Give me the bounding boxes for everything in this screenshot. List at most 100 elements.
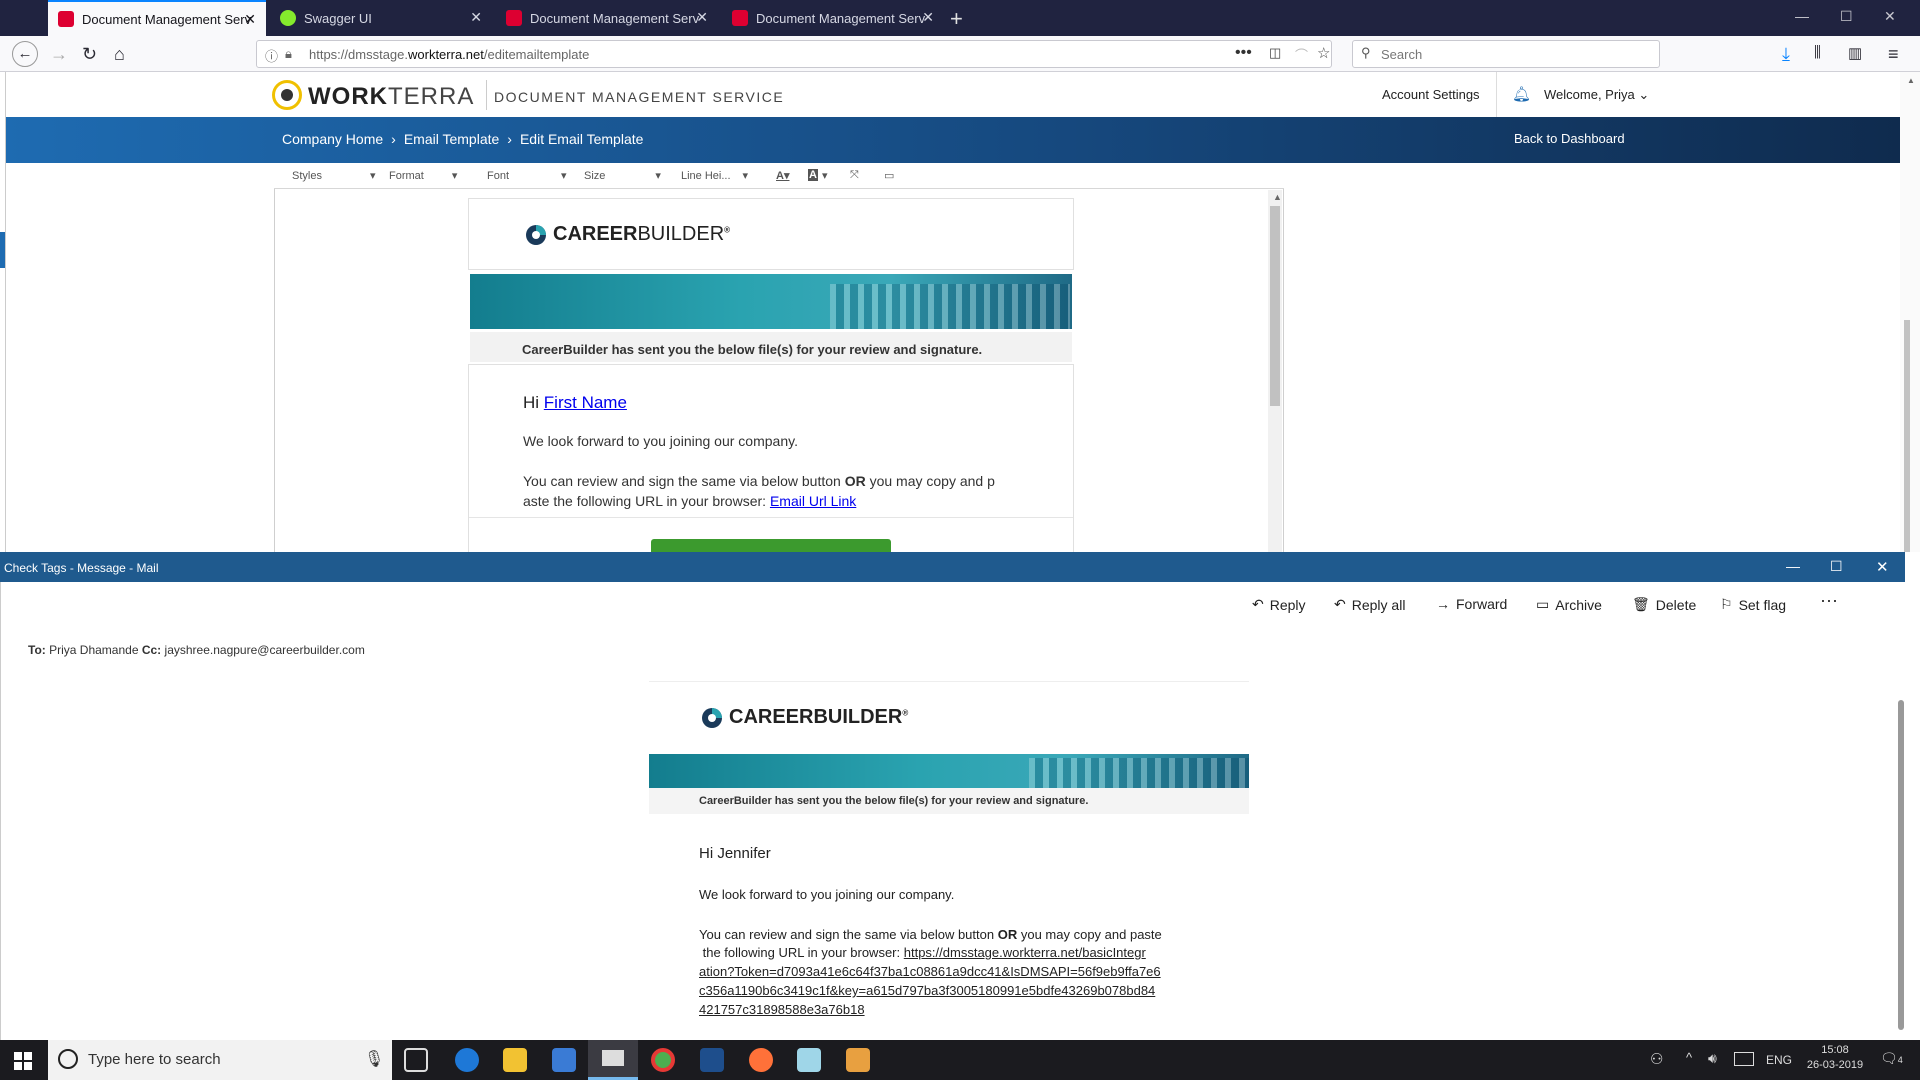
library-icon[interactable]: ⫼	[1814, 44, 1821, 61]
forward-button[interactable]: → Forward	[1436, 596, 1507, 612]
sidebar-icon[interactable]: ▥	[1848, 44, 1862, 62]
browser-search-box[interactable]: ⚲ Search	[1352, 40, 1660, 68]
browser-tab-4[interactable]: Document Management Servic ✕	[722, 0, 944, 36]
delete-button[interactable]: 🗑︎ Delete	[1632, 596, 1696, 613]
back-icon[interactable]: ←	[12, 41, 38, 67]
cc-recipient[interactable]: jayshree.nagpure@careerbuilder.com	[165, 643, 365, 657]
page-scrollbar[interactable]: ▲	[1900, 72, 1920, 552]
taskbar-search-box[interactable]: Type here to search 🎙︎	[48, 1040, 392, 1080]
size-dropdown[interactable]: Size ▾	[584, 169, 661, 182]
people-icon[interactable]: ⚇	[1650, 1050, 1663, 1068]
email-url-link[interactable]: Email Url Link	[770, 493, 856, 509]
notification-bell-icon[interactable]: 🔔︎	[1512, 85, 1531, 103]
angular-icon	[506, 10, 522, 26]
media-player-icon[interactable]	[846, 1048, 870, 1072]
breadcrumb-company-home[interactable]: Company Home	[282, 131, 383, 147]
windows-start-icon[interactable]	[14, 1052, 32, 1070]
email-line3: the following URL in your browser: https…	[702, 945, 1146, 960]
url-text[interactable]: https://dmsstage.workterra.net/editemail…	[309, 47, 589, 62]
reload-icon[interactable]: ↻	[82, 44, 97, 65]
chevron-down-icon[interactable]: ▾	[822, 169, 828, 182]
menu-icon[interactable]: ≡	[1888, 44, 1899, 65]
taskbar-search-placeholder: Type here to search	[88, 1051, 221, 1068]
email-url-link[interactable]: https://dmsstage.workterra.net/basicInte…	[904, 945, 1146, 960]
reply-button[interactable]: ↶ Reply	[1252, 596, 1306, 613]
swagger-icon	[280, 10, 296, 26]
browser-tab-1[interactable]: Document Management Servic ✕	[48, 0, 266, 36]
download-icon[interactable]: ⤓	[1782, 44, 1790, 65]
chrome-icon[interactable]	[651, 1048, 675, 1072]
email-url-link-line[interactable]: ation?Token=d7093a41e6c64f37ba1c08861a9d…	[699, 964, 1161, 979]
scrollbar-thumb[interactable]	[1270, 206, 1280, 406]
keyboard-icon[interactable]	[1734, 1052, 1754, 1066]
welcome-user-menu[interactable]: Welcome, Priya ⌄	[1544, 87, 1649, 103]
first-name-placeholder[interactable]: First Name	[544, 393, 627, 412]
review-sign-button[interactable]	[651, 539, 891, 553]
template-divider	[469, 517, 1073, 518]
file-explorer-icon[interactable]	[503, 1048, 527, 1072]
scroll-up-icon[interactable]: ▲	[1907, 76, 1915, 85]
visual-studio-icon[interactable]	[700, 1048, 724, 1072]
close-window-icon[interactable]: ✕	[1876, 558, 1889, 576]
close-tab-icon[interactable]: ✕	[470, 9, 482, 26]
reader-icon[interactable]: ⌒	[1295, 45, 1308, 64]
page-actions-icon[interactable]: •••	[1235, 44, 1252, 62]
lock-icon[interactable]: 🔒︎	[285, 46, 292, 62]
notepad-icon[interactable]	[797, 1048, 821, 1072]
bookmark-star-icon[interactable]: ☆	[1317, 44, 1330, 62]
editor-scrollbar[interactable]: ▲	[1268, 190, 1282, 552]
font-dropdown[interactable]: Font ▾	[487, 169, 567, 182]
scrollbar-thumb[interactable]	[1904, 320, 1910, 552]
language-indicator[interactable]: ENG	[1766, 1053, 1792, 1067]
email-url-link-line[interactable]: 421757c31898588e3a76b18	[699, 1002, 865, 1017]
browser-tab-3[interactable]: Document Management Servic ✕	[496, 0, 718, 36]
firefox-icon[interactable]	[749, 1048, 773, 1072]
format-dropdown[interactable]: Format ▾	[389, 169, 457, 182]
close-tab-icon[interactable]: ✕	[922, 9, 934, 26]
city-skyline-graphic	[1029, 758, 1249, 788]
minimize-icon[interactable]: —	[1795, 8, 1809, 24]
close-tab-icon[interactable]: ✕	[244, 11, 256, 28]
careerbuilder-logo-icon	[702, 707, 722, 728]
maximize-icon[interactable]: ☐	[1830, 558, 1843, 575]
pocket-icon[interactable]: ◫	[1269, 45, 1281, 61]
home-icon[interactable]: ⌂	[114, 44, 125, 65]
mail-app-icon[interactable]	[588, 1040, 638, 1080]
email-greeting: Hi Jennifer	[699, 845, 771, 862]
volume-icon[interactable]: 🔊︎	[1708, 1050, 1717, 1067]
fullscreen-icon[interactable]: ⤧	[850, 169, 859, 182]
maximize-icon[interactable]: ☐	[1840, 8, 1853, 25]
more-actions-icon[interactable]: ···	[1820, 590, 1838, 611]
email-content: CAREERBUILDER® CareerBuilder has sent yo…	[649, 681, 1249, 1041]
browser-tab-2[interactable]: Swagger UI ✕	[270, 0, 492, 36]
new-tab-button[interactable]: +	[950, 6, 963, 32]
store-icon[interactable]	[552, 1048, 576, 1072]
microphone-icon[interactable]: 🎙︎	[364, 1049, 384, 1069]
show-hidden-icons[interactable]: ^	[1686, 1050, 1692, 1065]
background-color-icon[interactable]: A	[808, 169, 818, 181]
styles-dropdown[interactable]: Styles ▾	[292, 169, 376, 182]
info-icon[interactable]: ⓘ	[265, 46, 278, 65]
email-url-link-line[interactable]: c356a1190b6c3419c1f&key=a615d797ba3f3005…	[699, 983, 1155, 998]
line-height-dropdown[interactable]: Line Hei... ▾	[681, 169, 748, 182]
scroll-up-icon[interactable]: ▲	[1273, 192, 1282, 202]
close-window-icon[interactable]: ✕	[1884, 8, 1896, 25]
set-flag-button[interactable]: ⚐ Set flag	[1720, 596, 1786, 613]
archive-button[interactable]: ▭ Archive	[1536, 596, 1602, 613]
back-to-dashboard-link[interactable]: Back to Dashboard	[1514, 131, 1625, 146]
minimize-icon[interactable]: —	[1786, 558, 1800, 574]
source-code-icon[interactable]: ▭	[884, 169, 894, 182]
to-recipient[interactable]: Priya Dhamande	[49, 643, 138, 657]
forward-icon[interactable]: →	[50, 44, 68, 65]
clock[interactable]: 15:08 26-03-2019	[1800, 1044, 1870, 1071]
reply-all-button[interactable]: ↶ Reply all	[1334, 596, 1405, 613]
text-color-icon[interactable]: A▾	[776, 169, 789, 182]
edge-icon[interactable]	[455, 1048, 479, 1072]
account-settings-link[interactable]: Account Settings	[1382, 87, 1480, 102]
mail-scrollbar-thumb[interactable]	[1898, 700, 1904, 1030]
action-center-icon[interactable]: 🗨︎4	[1880, 1050, 1903, 1067]
breadcrumb-email-template[interactable]: Email Template	[404, 131, 499, 147]
url-bar[interactable]: ⓘ 🔒︎ https://dmsstage.workterra.net/edit…	[256, 40, 1332, 68]
task-view-icon[interactable]	[404, 1048, 428, 1072]
close-tab-icon[interactable]: ✕	[696, 9, 708, 26]
